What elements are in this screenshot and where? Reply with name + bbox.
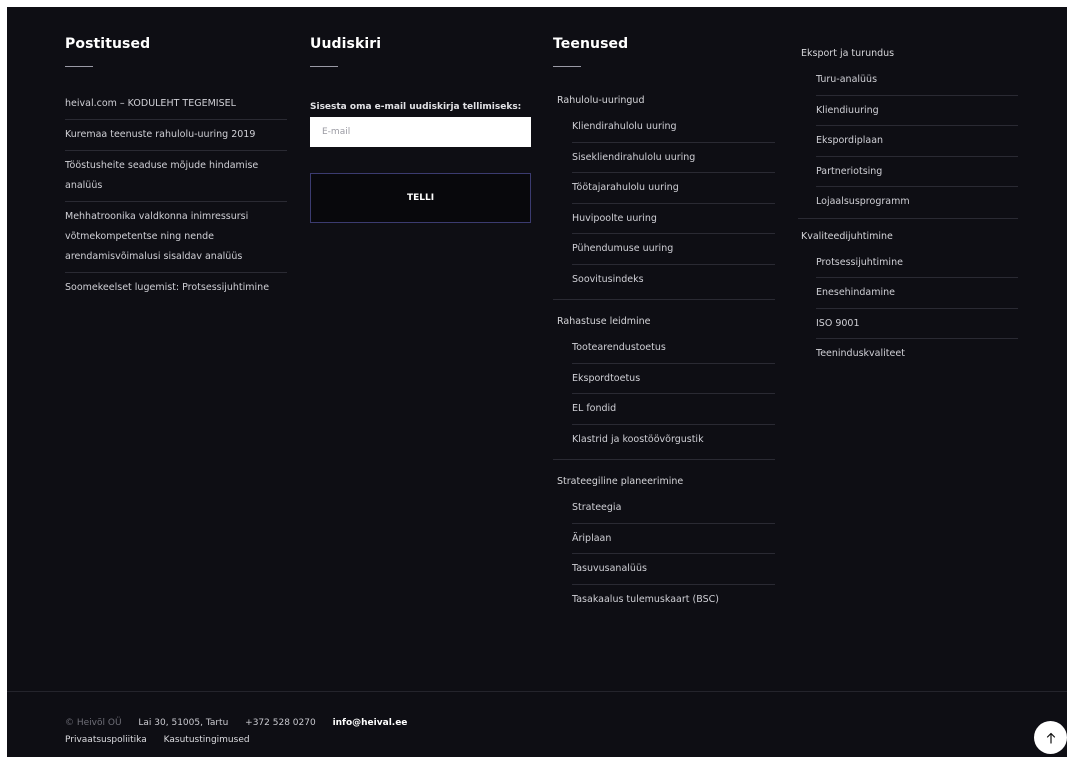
service-link[interactable]: Huvipoolte uuring <box>572 204 775 234</box>
service-group-link[interactable]: Rahastuse leidmine <box>553 308 775 333</box>
service-link[interactable]: Kliendiuuring <box>816 96 1018 126</box>
service-link[interactable]: Tasuvusanalüüs <box>572 554 775 585</box>
service-link[interactable]: EL fondid <box>572 394 775 425</box>
posts-column: Postitused heival.com – KODULEHT TEGEMIS… <box>65 36 287 303</box>
service-link[interactable]: Töötajarahulolu uuring <box>572 173 775 204</box>
subscribe-button[interactable]: TELLI <box>310 173 531 223</box>
service-link[interactable]: Ekspordiplaan <box>816 126 1018 157</box>
footer-legal-line: Privaatsuspoliitika Kasutustingimused <box>65 735 264 745</box>
service-link[interactable]: Turu-analüüs <box>816 65 1018 96</box>
post-link[interactable]: heival.com – KODULEHT TEGEMISEL <box>65 89 287 120</box>
service-link[interactable]: Ekspordtoetus <box>572 364 775 394</box>
service-link[interactable]: Protsessijuhtimine <box>816 248 1018 278</box>
service-link[interactable]: Enesehindamine <box>816 278 1018 309</box>
service-link[interactable]: ISO 9001 <box>816 309 1018 339</box>
service-link[interactable]: Tootearendustoetus <box>572 333 775 364</box>
post-link[interactable]: Tööstusheite seaduse mõjude hindamise an… <box>65 151 287 202</box>
email-input[interactable] <box>310 117 531 147</box>
service-group: Kvaliteedijuhtimine Protsessijuhtimine E… <box>798 223 1018 370</box>
phone-link[interactable]: +372 528 0270 <box>245 718 316 728</box>
service-link[interactable]: Lojaalsusprogramm <box>816 187 1018 218</box>
scroll-to-top-button[interactable] <box>1034 721 1067 754</box>
posts-title: Postitused <box>65 36 151 52</box>
service-group-link[interactable]: Strateegiline planeerimine <box>553 468 775 493</box>
newsletter-title: Uudiskiri <box>310 36 382 52</box>
post-link[interactable]: Soomekeelset lugemist: Protsessijuhtimin… <box>65 273 287 303</box>
service-link[interactable]: Strateegia <box>572 493 775 524</box>
service-link[interactable]: Klastrid ja koostöövõrgustik <box>572 425 775 456</box>
arrow-up-icon <box>1046 732 1055 744</box>
services-extra-column: Eksport ja turundus Turu-analüüs Kliendi… <box>798 40 1018 374</box>
newsletter-column: Uudiskiri Sisesta oma e-mail uudiskirja … <box>310 36 531 223</box>
services-column: Teenused Rahulolu-uuringud Kliendirahulo… <box>553 36 775 627</box>
posts-list: heival.com – KODULEHT TEGEMISEL Kuremaa … <box>65 89 287 303</box>
service-group: Strateegiline planeerimine Strateegia Är… <box>553 468 775 619</box>
post-link[interactable]: Kuremaa teenuste rahulolu-uuring 2019 <box>65 120 287 151</box>
service-link[interactable]: Kliendirahulolu uuring <box>572 112 775 143</box>
service-link[interactable]: Pühendumuse uuring <box>572 234 775 265</box>
service-link[interactable]: Soovitusindeks <box>572 265 775 296</box>
service-group-link[interactable]: Rahulolu-uuringud <box>553 87 775 112</box>
address: Lai 30, 51005, Tartu <box>138 718 229 728</box>
service-link[interactable]: Äriplaan <box>572 524 775 554</box>
privacy-link[interactable]: Privaatsuspoliitika <box>65 735 147 745</box>
title-underline <box>553 66 581 67</box>
service-link[interactable]: Tasakaalus tulemuskaart (BSC) <box>572 585 775 616</box>
service-link[interactable]: Partneriotsing <box>816 157 1018 187</box>
title-underline <box>310 66 338 67</box>
title-underline <box>65 66 93 67</box>
copyright: © Heivõl OÜ <box>65 718 122 728</box>
service-group-link[interactable]: Eksport ja turundus <box>798 40 1018 65</box>
terms-link[interactable]: Kasutustingimused <box>164 735 250 745</box>
email-link[interactable]: info@heival.ee <box>333 718 408 728</box>
site-footer: © Heivõl OÜ Lai 30, 51005, Tartu +372 52… <box>7 691 1067 757</box>
footer-contact-line: © Heivõl OÜ Lai 30, 51005, Tartu +372 52… <box>65 718 421 728</box>
post-link[interactable]: Mehhatroonika valdkonna inimressursi võt… <box>65 202 287 273</box>
service-group: Rahulolu-uuringud Kliendirahulolu uuring… <box>553 87 775 300</box>
service-group: Rahastuse leidmine Tootearendustoetus Ek… <box>553 308 775 460</box>
services-title: Teenused <box>553 36 629 52</box>
service-link[interactable]: Teeninduskvaliteet <box>816 339 1018 370</box>
service-link[interactable]: Sisekliendirahulolu uuring <box>572 143 775 173</box>
service-group-link[interactable]: Kvaliteedijuhtimine <box>798 223 1018 248</box>
footer-region: Postitused heival.com – KODULEHT TEGEMIS… <box>7 7 1067 757</box>
newsletter-prompt: Sisesta oma e-mail uudiskirja tellimisek… <box>310 102 522 112</box>
service-group: Eksport ja turundus Turu-analüüs Kliendi… <box>798 40 1018 219</box>
